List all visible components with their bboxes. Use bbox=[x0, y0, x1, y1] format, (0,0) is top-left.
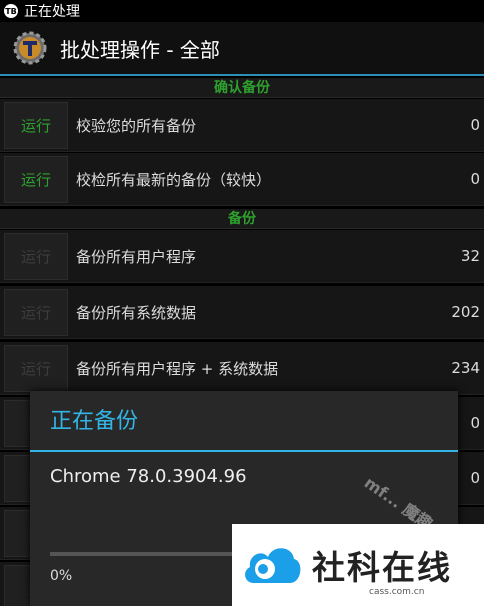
titanium-backup-icon[interactable] bbox=[12, 30, 48, 66]
status-text: 正在处理 bbox=[24, 4, 80, 20]
cloud-logo-icon bbox=[245, 548, 301, 583]
app-status-icon: TB bbox=[4, 4, 18, 18]
run-button[interactable]: 运行 bbox=[4, 155, 68, 203]
list-item-label: 校验您的所有备份 bbox=[76, 116, 197, 135]
status-bar: TB 正在处理 bbox=[0, 0, 484, 22]
list-item-count: 202 bbox=[451, 303, 480, 321]
dialog-title: 正在备份 bbox=[30, 391, 458, 452]
logo-text: 社科在线 bbox=[312, 548, 452, 587]
list-item-count: 0 bbox=[470, 170, 480, 188]
list-item-label: 校检所有最新的备份（较快） bbox=[76, 170, 272, 189]
run-button[interactable]: 运行 bbox=[4, 232, 68, 280]
section-header-backup: 备份 bbox=[0, 209, 484, 229]
list-item-label: 备份所有用户程序 bbox=[76, 247, 197, 266]
page-title: 批处理操作 - 全部 bbox=[60, 37, 220, 62]
site-logo: 社科在线 cass.com.cn bbox=[232, 524, 484, 606]
list-item: 运行 备份所有用户程序 32 bbox=[0, 230, 484, 283]
action-bar: 批处理操作 - 全部 bbox=[0, 22, 484, 76]
section-header-verify: 确认备份 bbox=[0, 78, 484, 98]
list-item: 运行 校检所有最新的备份（较快） 0 bbox=[0, 153, 484, 206]
list-item: 运行 备份所有系统数据 202 bbox=[0, 286, 484, 339]
list-item-count: 0 bbox=[470, 116, 480, 134]
list-item: 运行 备份所有用户程序 + 系统数据 234 bbox=[0, 342, 484, 395]
list-item-count: 0 bbox=[470, 469, 480, 487]
list-item-count: 32 bbox=[460, 247, 480, 265]
list-item-label: 备份所有用户程序 + 系统数据 bbox=[76, 359, 279, 378]
list-item-count: 234 bbox=[451, 359, 480, 377]
list-item-label: 备份所有系统数据 bbox=[76, 303, 197, 322]
list-item: 运行 校验您的所有备份 0 bbox=[0, 99, 484, 152]
run-button[interactable]: 运行 bbox=[4, 101, 68, 149]
progress-percent: 0% bbox=[50, 568, 73, 584]
run-button[interactable]: 运行 bbox=[4, 344, 68, 392]
dialog-message: Chrome 78.0.3904.96 bbox=[50, 466, 247, 487]
run-button[interactable]: 运行 bbox=[4, 288, 68, 336]
list-item-count: 0 bbox=[470, 414, 480, 432]
logo-subtext: cass.com.cn bbox=[369, 587, 425, 597]
